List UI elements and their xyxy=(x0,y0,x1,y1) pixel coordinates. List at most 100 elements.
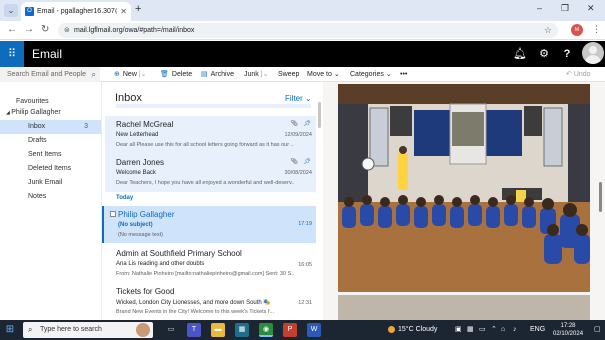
reload-icon[interactable]: ↻ xyxy=(41,24,49,35)
browser-nav-bar: ← → ↻ ⊜ mail.lgflmail.org/owa/#path=/mai… xyxy=(0,21,605,40)
browser-tab-bar: ⌄ O Email - pgallagher16.307@lgfl... ✕ +… xyxy=(0,0,605,21)
message-sender: Tickets for Good xyxy=(116,287,175,296)
filter-button[interactable]: Filter ⌄ xyxy=(285,94,312,103)
task-view-icon[interactable]: ▭ xyxy=(164,323,178,337)
message-preview: Brand New Events in the City! Welcome to… xyxy=(116,309,275,315)
message-subject: (No subject) xyxy=(118,222,153,228)
app-launcher-icon[interactable]: ⠿ xyxy=(0,41,24,67)
message-subject: Welcome Back xyxy=(116,170,156,176)
help-icon[interactable]: ? xyxy=(559,41,575,67)
taskbar-search-input[interactable]: ⌕ Type here to search xyxy=(23,322,153,338)
browser-menu-icon[interactable]: ⋮ xyxy=(592,24,601,35)
powerpoint-icon[interactable]: P xyxy=(283,323,297,337)
mail-search-input[interactable]: Search Email and People ⌕ xyxy=(0,67,100,82)
browser-tab[interactable]: O Email - pgallagher16.307@lgfl... ✕ xyxy=(21,2,131,21)
windows-start-icon[interactable]: ⊞ xyxy=(3,323,17,337)
tab-search-button[interactable]: ⌄ xyxy=(4,4,18,17)
word-icon[interactable]: W xyxy=(307,323,321,337)
message-subject: New Letterhead xyxy=(116,132,159,138)
message-sender: Admin at Southfield Primary School xyxy=(116,249,242,258)
trash-icon: 🗑︎ xyxy=(160,71,169,78)
list-item[interactable]: Darren Jones Welcome Back Dear Teachers,… xyxy=(105,154,316,192)
clock-date: 02/10/2024 xyxy=(553,331,584,337)
language-indicator[interactable]: ENG xyxy=(530,320,545,340)
notifications-icon[interactable]: ▢ xyxy=(594,320,601,340)
bell-icon[interactable]: 🔔︎ xyxy=(512,41,528,67)
account-header[interactable]: ◢ Philip Gallagher xyxy=(0,106,101,120)
attachment-icon: 📎︎ xyxy=(290,121,298,127)
clock-time: 17:28 xyxy=(560,323,576,329)
app-icon[interactable]: ▦ xyxy=(235,323,249,337)
tray-app-icon-3[interactable]: ▭ xyxy=(479,320,486,340)
message-preview: Dear Teachers, I hope you have all enjoy… xyxy=(116,180,294,186)
reading-pane xyxy=(323,82,605,320)
tray-app-icon-2[interactable]: ▦ xyxy=(467,320,474,340)
message-preview: From: Nathalie Pinheiro [mailto:nathalie… xyxy=(116,271,294,277)
bookmark-star-icon[interactable]: ☆ xyxy=(544,23,552,38)
teams-icon[interactable]: T xyxy=(187,323,201,337)
url-text: mail.lgflmail.org/owa/#path=/mail/inbox xyxy=(74,27,195,34)
today-group-header: Today xyxy=(116,195,134,201)
folder-notes[interactable]: Notes xyxy=(0,190,101,204)
file-explorer-icon[interactable]: ▬ xyxy=(211,323,225,337)
undo-button[interactable]: ↶ Undo xyxy=(566,67,591,82)
folder-deleted-items[interactable]: Deleted Items xyxy=(0,162,101,176)
junk-button[interactable]: Junk |⌄ xyxy=(244,67,268,82)
gear-icon[interactable]: ⚙ xyxy=(536,41,552,67)
site-info-icon[interactable]: ⊜ xyxy=(64,23,70,38)
search-icon[interactable]: ⌕ xyxy=(92,67,96,82)
network-icon[interactable]: ⌂ xyxy=(501,320,505,340)
list-title: Inbox xyxy=(115,92,142,104)
sweep-button[interactable]: Sweep xyxy=(278,67,299,82)
folder-junk-email[interactable]: Junk Email xyxy=(0,176,101,190)
new-button[interactable]: ⊕ New |⌄ xyxy=(114,67,147,82)
list-scrollbar[interactable] xyxy=(318,102,321,128)
volume-icon[interactable]: ♪ xyxy=(513,320,517,340)
message-date: 30/08/2024 xyxy=(284,170,312,176)
close-window-button[interactable]: ✕ xyxy=(587,3,595,14)
new-tab-button[interactable]: + xyxy=(135,3,141,15)
delete-label: Delete xyxy=(171,71,193,78)
list-item-selected[interactable]: Philip Gallagher (No subject) (No messag… xyxy=(102,206,316,243)
archive-button[interactable]: ▤ Archive xyxy=(201,67,234,82)
list-item[interactable]: Admin at Southfield Primary School Ana L… xyxy=(105,244,316,282)
chrome-icon[interactable]: ◉ xyxy=(259,323,273,337)
tray-app-icon[interactable]: ▣ xyxy=(455,320,462,340)
address-bar[interactable]: ⊜ mail.lgflmail.org/owa/#path=/mail/inbo… xyxy=(58,23,558,38)
tab-title: Email - pgallagher16.307@lgfl... xyxy=(37,8,117,15)
reading-scrollbar[interactable] xyxy=(599,182,602,212)
message-preview: (No message text) xyxy=(118,232,163,238)
pin-icon[interactable]: 📌︎ xyxy=(303,120,311,127)
move-to-button[interactable]: Move to ⌄ xyxy=(307,67,340,82)
maximize-button[interactable]: ❐ xyxy=(561,3,569,14)
undo-label: Undo xyxy=(573,71,591,78)
app-title: Email xyxy=(32,47,63,61)
weather-widget[interactable]: 15°C Cloudy xyxy=(388,320,437,340)
browser-profile-avatar[interactable]: M xyxy=(571,24,583,36)
message-subject: Ana Lis reading and other doubts xyxy=(116,261,205,267)
folder-sent-items[interactable]: Sent Items xyxy=(0,148,101,162)
more-actions-button[interactable]: ••• xyxy=(400,67,407,82)
chevron-up-icon[interactable]: ⌃ xyxy=(491,320,497,340)
taskbar: ⊞ ⌕ Type here to search ▭ T ▬ ▦ ◉ P W 15… xyxy=(0,320,605,340)
list-item[interactable]: Tickets for Good Wicked, London City Lio… xyxy=(105,282,316,320)
back-arrow-icon[interactable]: ← xyxy=(7,24,17,35)
minimize-button[interactable]: – xyxy=(537,3,542,13)
unread-count: 3 xyxy=(84,123,88,130)
pin-icon[interactable]: 📌︎ xyxy=(303,158,311,165)
folder-drafts[interactable]: Drafts xyxy=(0,134,101,148)
list-item[interactable]: Rachel McGreal New Letterhead Dear all P… xyxy=(105,116,316,154)
select-checkbox[interactable] xyxy=(110,211,116,217)
folder-inbox[interactable]: Inbox 3 xyxy=(0,120,101,134)
close-tab-icon[interactable]: ✕ xyxy=(120,2,127,21)
categories-button[interactable]: Categories ⌄ xyxy=(350,67,392,82)
clock[interactable]: 17:28 02/10/2024 xyxy=(553,322,583,338)
attached-photo xyxy=(338,84,590,292)
search-highlight-image xyxy=(136,323,150,337)
school-hall-photo xyxy=(338,84,590,292)
user-avatar[interactable] xyxy=(582,42,604,64)
delete-button[interactable]: 🗑︎ Delete xyxy=(160,67,192,82)
forward-arrow-icon[interactable]: → xyxy=(24,24,34,35)
outlook-header: ⠿ Email 🔔︎ ⚙ ? xyxy=(0,41,605,67)
archive-icon: ▤ xyxy=(201,71,208,78)
